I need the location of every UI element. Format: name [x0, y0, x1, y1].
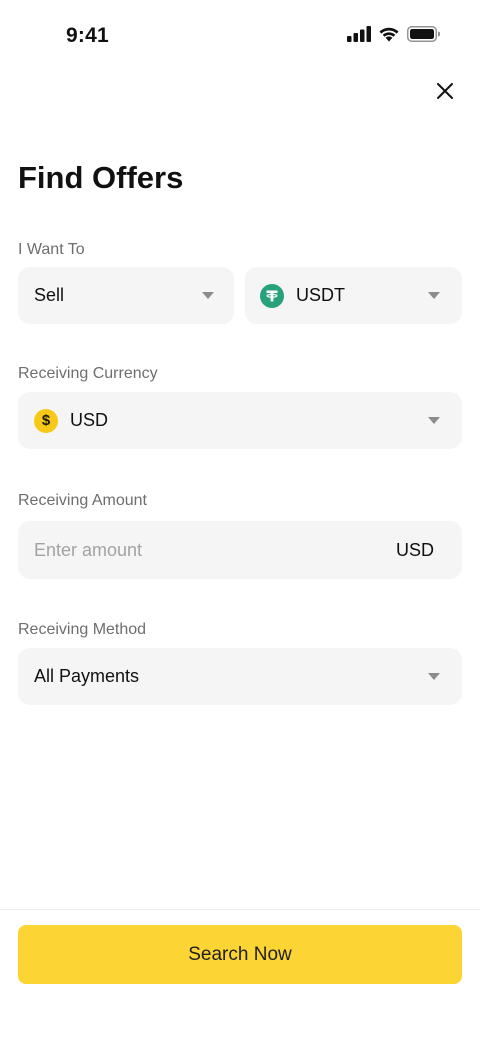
- caret-down-icon: [428, 417, 440, 424]
- receiving-method-select[interactable]: All Payments: [18, 648, 462, 705]
- receiving-method-label: Receiving Method: [18, 621, 147, 638]
- caret-down-icon: [428, 673, 440, 680]
- tether-icon: [260, 283, 284, 308]
- asset-value: USDT: [296, 285, 345, 305]
- caret-down-icon: [428, 292, 440, 299]
- bottom-divider: [0, 909, 480, 910]
- find-offers-screen: 9:41 Find Offers I Want To Sell USDT Rec…: [0, 0, 480, 1040]
- page-title: Find Offers: [18, 160, 184, 195]
- i-want-to-label: I Want To: [18, 241, 85, 258]
- battery-icon: [407, 26, 440, 42]
- status-time: 9:41: [66, 24, 109, 47]
- receiving-currency-value: USD: [70, 410, 109, 430]
- cellular-signal-icon: [347, 26, 371, 42]
- receiving-amount-field[interactable]: USD: [18, 521, 462, 579]
- search-now-button[interactable]: Search Now: [18, 925, 462, 984]
- receiving-currency-label: Receiving Currency: [18, 365, 158, 382]
- trade-action-value: Sell: [34, 285, 65, 305]
- receiving-amount-label: Receiving Amount: [18, 492, 147, 509]
- dollar-coin-icon: $: [34, 408, 58, 433]
- status-icons: [347, 26, 440, 42]
- receiving-method-value: All Payments: [34, 666, 140, 686]
- asset-select[interactable]: USDT: [245, 267, 462, 324]
- status-bar: 9:41: [0, 0, 480, 72]
- receiving-currency-select[interactable]: $ USD: [18, 392, 462, 449]
- amount-unit: USD: [395, 539, 434, 560]
- amount-input[interactable]: [34, 539, 396, 561]
- close-button[interactable]: [430, 78, 460, 108]
- trade-action-select[interactable]: Sell: [18, 267, 234, 324]
- caret-down-icon: [202, 292, 214, 299]
- close-icon: [436, 82, 454, 105]
- wifi-icon: [378, 26, 400, 42]
